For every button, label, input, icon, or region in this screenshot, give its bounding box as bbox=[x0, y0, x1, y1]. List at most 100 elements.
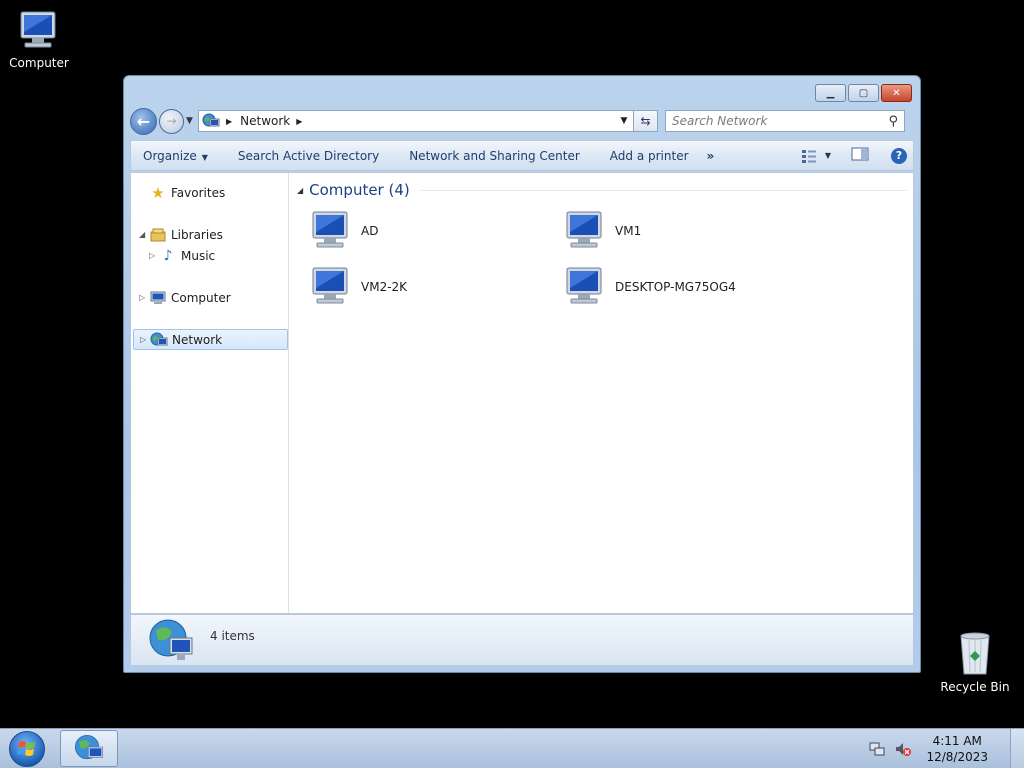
navigation-pane: ★ Favorites ◢ Libraries ▷ ♪ Music ▷ Comp… bbox=[131, 173, 289, 613]
computer-icon bbox=[20, 11, 56, 48]
windows-orb-icon bbox=[9, 731, 45, 767]
show-desktop-button[interactable] bbox=[1010, 729, 1024, 768]
search-input[interactable] bbox=[672, 114, 872, 128]
nav-label-favorites: Favorites bbox=[171, 185, 226, 200]
refresh-icon: ⇆ bbox=[640, 114, 651, 128]
tile-label: VM1 bbox=[615, 224, 642, 238]
network-icon bbox=[202, 113, 220, 127]
nav-label-music: Music bbox=[181, 248, 216, 263]
breadcrumb-separator[interactable]: ▶ bbox=[296, 117, 302, 126]
minimize-icon: ▁ bbox=[826, 87, 835, 99]
group-title: Computer (4) bbox=[309, 181, 410, 199]
explorer-window: ▁ ▢ ✕ ← → ▼ ▶ Network ▶ ▼ ⇆ ⚲ Organize ▼ bbox=[123, 75, 921, 673]
desktop-icon-label: Computer bbox=[9, 56, 69, 70]
more-commands-button[interactable]: » bbox=[707, 149, 715, 163]
command-bar: Organize ▼ Search Active Directory Networ… bbox=[130, 140, 914, 171]
change-view-button[interactable]: ▼ bbox=[801, 149, 831, 163]
preview-pane-icon bbox=[851, 147, 869, 161]
network-sharing-center-button[interactable]: Network and Sharing Center bbox=[409, 149, 580, 163]
details-pane: 4 items bbox=[130, 614, 914, 666]
tile-label: VM2-2K bbox=[361, 280, 408, 294]
refresh-button[interactable]: ⇆ bbox=[634, 110, 658, 132]
chevron-down-icon: ▼ bbox=[186, 116, 193, 126]
back-arrow-icon: ← bbox=[136, 111, 151, 131]
taskbar: 4:11 AM 12/8/2023 bbox=[0, 728, 1024, 768]
view-options-icon bbox=[801, 149, 816, 163]
network-icon bbox=[74, 734, 104, 759]
nav-label-libraries: Libraries bbox=[171, 227, 223, 242]
close-button[interactable]: ✕ bbox=[881, 84, 912, 102]
music-icon: ♪ bbox=[163, 247, 173, 264]
expand-arrow-icon[interactable]: ▷ bbox=[139, 293, 149, 302]
maximize-button[interactable]: ▢ bbox=[848, 84, 879, 102]
nav-label-computer: Computer bbox=[171, 290, 231, 305]
preview-pane-button[interactable] bbox=[851, 147, 869, 164]
network-computer-tile[interactable]: AD bbox=[307, 209, 378, 253]
expand-arrow-icon[interactable]: ▷ bbox=[149, 251, 159, 260]
clock-date: 12/8/2023 bbox=[926, 750, 988, 764]
tile-label: AD bbox=[361, 224, 379, 238]
address-dropdown-button[interactable]: ▼ bbox=[615, 116, 633, 126]
forward-button[interactable]: → bbox=[159, 108, 184, 134]
tile-label: DESKTOP-MG75OG4 bbox=[615, 280, 736, 294]
collapse-arrow-icon[interactable]: ◢ bbox=[297, 186, 303, 195]
item-count: 4 items bbox=[210, 629, 255, 643]
network-computer-tile[interactable]: DESKTOP-MG75OG4 bbox=[561, 265, 736, 309]
nav-label-network: Network bbox=[172, 332, 223, 347]
volume-muted-icon[interactable] bbox=[894, 740, 912, 758]
help-icon[interactable]: ? bbox=[891, 147, 907, 164]
maximize-icon: ▢ bbox=[858, 87, 869, 99]
desktop-recycle-bin-icon[interactable]: Recycle Bin bbox=[936, 630, 1014, 694]
window-body: ★ Favorites ◢ Libraries ▷ ♪ Music ▷ Comp… bbox=[130, 172, 914, 614]
network-icon bbox=[150, 332, 168, 348]
recycle-bin-icon bbox=[960, 632, 990, 675]
add-printer-button[interactable]: Add a printer bbox=[610, 149, 689, 163]
computer-icon bbox=[312, 211, 348, 248]
search-box[interactable]: ⚲ bbox=[665, 110, 905, 132]
organize-label: Organize bbox=[143, 148, 197, 163]
group-divider bbox=[419, 189, 907, 191]
taskbar-explorer-button[interactable] bbox=[60, 730, 118, 767]
search-active-directory-button[interactable]: Search Active Directory bbox=[238, 149, 379, 163]
clock-time: 4:11 AM bbox=[932, 734, 982, 748]
caption-buttons: ▁ ▢ ✕ bbox=[815, 84, 912, 102]
chevron-down-icon: ▼ bbox=[201, 152, 208, 162]
network-computer-tile[interactable]: VM1 bbox=[561, 209, 641, 253]
navigation-bar: ← → ▼ ▶ Network ▶ ▼ ⇆ ⚲ bbox=[130, 106, 914, 136]
forward-arrow-icon: → bbox=[166, 114, 177, 128]
computer-icon bbox=[566, 211, 602, 248]
nav-item-network[interactable]: ▷ Network bbox=[133, 329, 288, 350]
collapse-arrow-icon[interactable]: ◢ bbox=[139, 230, 149, 239]
network-computer-tile[interactable]: VM2-2K bbox=[307, 265, 407, 309]
breadcrumb-network[interactable]: Network bbox=[240, 114, 290, 128]
nav-item-computer[interactable]: ▷ Computer bbox=[139, 287, 231, 308]
expand-arrow-icon[interactable]: ▷ bbox=[140, 335, 150, 344]
computer-icon bbox=[312, 267, 348, 304]
minimize-button[interactable]: ▁ bbox=[815, 84, 846, 102]
chevron-down-icon: ▼ bbox=[824, 151, 831, 160]
search-icon[interactable]: ⚲ bbox=[888, 114, 898, 129]
network-tray-icon[interactable] bbox=[868, 740, 886, 758]
nav-item-libraries[interactable]: ◢ Libraries bbox=[139, 224, 223, 245]
system-tray: 4:11 AM 12/8/2023 bbox=[868, 729, 1024, 768]
network-icon bbox=[149, 619, 193, 660]
back-button[interactable]: ← bbox=[130, 107, 157, 135]
computer-icon bbox=[149, 291, 167, 305]
breadcrumb-separator[interactable]: ▶ bbox=[226, 117, 232, 126]
start-button[interactable] bbox=[4, 730, 50, 768]
clock[interactable]: 4:11 AM 12/8/2023 bbox=[926, 733, 988, 765]
nav-item-favorites[interactable]: ★ Favorites bbox=[139, 182, 225, 203]
group-header[interactable]: ◢ Computer (4) bbox=[297, 181, 907, 199]
desktop-computer-icon[interactable]: Computer bbox=[0, 10, 78, 70]
view-controls: ▼ ? bbox=[801, 147, 913, 164]
close-icon: ✕ bbox=[892, 87, 901, 99]
organize-button[interactable]: Organize ▼ bbox=[143, 149, 208, 163]
computer-icon bbox=[566, 267, 602, 304]
address-bar[interactable]: ▶ Network ▶ ▼ bbox=[198, 110, 634, 132]
library-icon bbox=[149, 228, 167, 242]
recent-pages-button[interactable]: ▼ bbox=[186, 116, 196, 126]
nav-item-music[interactable]: ▷ ♪ Music bbox=[149, 245, 215, 266]
content-area: ◢ Computer (4) AD VM1 VM2-2K DESKTOP-MG7… bbox=[289, 173, 913, 613]
desktop-icon-label: Recycle Bin bbox=[940, 680, 1010, 694]
star-icon: ★ bbox=[151, 183, 165, 202]
